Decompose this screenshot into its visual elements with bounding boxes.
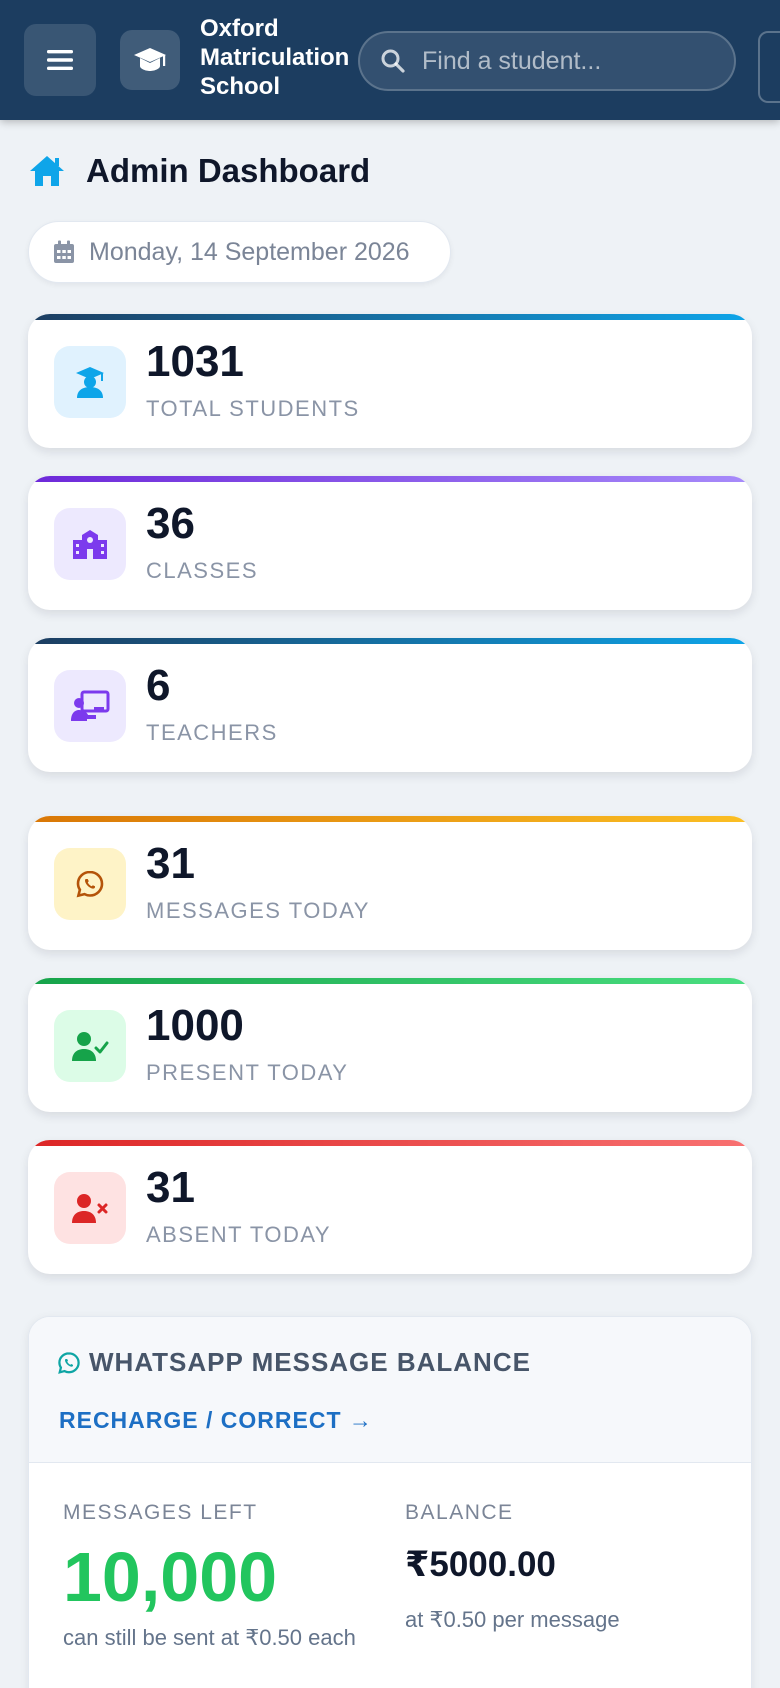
stat-value: 36 xyxy=(146,499,195,548)
stat-icon-wrap xyxy=(54,1172,126,1244)
whatsapp-icon xyxy=(58,1351,80,1374)
page-title: Admin Dashboard xyxy=(86,152,371,189)
stat-card-present-today[interactable]: 1000 PRESENT TODAY xyxy=(28,978,752,1112)
stat-label: PRESENT TODAY xyxy=(146,1060,349,1085)
home-icon xyxy=(30,156,64,186)
whatsapp-balance-header: WHATSAPP MESSAGE BALANCE RECHARGE / CORR… xyxy=(29,1317,751,1463)
whatsapp-icon xyxy=(76,870,104,898)
messages-left-label: MESSAGES LEFT xyxy=(63,1501,258,1524)
calendar-icon xyxy=(54,240,74,263)
student-search-input[interactable] xyxy=(422,46,712,76)
stat-icon-wrap xyxy=(54,670,126,742)
stat-label: TEACHERS xyxy=(146,720,278,745)
balance-note: at ₹0.50 per message xyxy=(405,1607,620,1632)
stat-value: 31 xyxy=(146,1163,195,1212)
stat-card-classes[interactable]: 36 CLASSES xyxy=(28,476,752,610)
teacher-board-icon xyxy=(71,690,110,721)
whatsapp-balance-panel: WHATSAPP MESSAGE BALANCE RECHARGE / CORR… xyxy=(28,1316,752,1688)
header-action-button[interactable] xyxy=(758,31,780,103)
hamburger-menu-icon xyxy=(47,50,73,70)
stat-card-messages-today[interactable]: 31 MESSAGES TODAY xyxy=(28,816,752,950)
balance-value: ₹5000.00 xyxy=(405,1545,556,1584)
recharge-correct-link[interactable]: RECHARGE / CORRECT → xyxy=(59,1407,373,1434)
stat-icon-wrap xyxy=(54,508,126,580)
graduation-cap-icon xyxy=(134,48,166,71)
card-accent-bar xyxy=(28,816,752,822)
card-accent-bar xyxy=(28,978,752,984)
messages-left-value: 10,000 xyxy=(63,1538,278,1616)
stat-value: 31 xyxy=(146,839,195,888)
current-date: Monday, 14 September 2026 xyxy=(89,237,410,266)
stat-value: 1000 xyxy=(146,1001,244,1050)
stat-icon-wrap xyxy=(54,1010,126,1082)
stat-card-absent-today[interactable]: 31 ABSENT TODAY xyxy=(28,1140,752,1274)
search-icon xyxy=(381,49,405,73)
balance-label: BALANCE xyxy=(405,1501,514,1524)
card-accent-bar xyxy=(28,638,752,644)
menu-button[interactable] xyxy=(24,24,96,96)
whatsapp-balance-title-row: WHATSAPP MESSAGE BALANCE xyxy=(57,1347,531,1378)
page-title-row: Admin Dashboard xyxy=(28,152,370,190)
school-logo xyxy=(120,30,180,90)
top-app-bar: Oxford Matriculation School xyxy=(0,0,780,120)
stat-label: TOTAL STUDENTS xyxy=(146,396,360,421)
user-x-icon xyxy=(72,1194,108,1223)
stat-card-teachers[interactable]: 6 TEACHERS xyxy=(28,638,752,772)
whatsapp-balance-title: WHATSAPP MESSAGE BALANCE xyxy=(89,1347,531,1377)
school-building-icon xyxy=(73,530,107,559)
card-accent-bar xyxy=(28,314,752,320)
graduate-icon xyxy=(76,367,104,398)
stat-label: ABSENT TODAY xyxy=(146,1222,332,1247)
stat-icon-wrap xyxy=(54,848,126,920)
stat-value: 6 xyxy=(146,661,171,710)
user-check-icon xyxy=(72,1032,109,1061)
card-accent-bar xyxy=(28,476,752,482)
student-search-bar[interactable] xyxy=(358,31,736,91)
stat-label: MESSAGES TODAY xyxy=(146,898,370,923)
stat-label: CLASSES xyxy=(146,558,258,583)
messages-left-note: can still be sent at ₹0.50 each xyxy=(63,1625,356,1650)
card-accent-bar xyxy=(28,1140,752,1146)
stat-icon-wrap xyxy=(54,346,126,418)
date-badge: Monday, 14 September 2026 xyxy=(28,221,451,283)
school-name: Oxford Matriculation School xyxy=(200,15,350,100)
stat-value: 1031 xyxy=(146,337,244,386)
stat-card-total-students[interactable]: 1031 TOTAL STUDENTS xyxy=(28,314,752,448)
